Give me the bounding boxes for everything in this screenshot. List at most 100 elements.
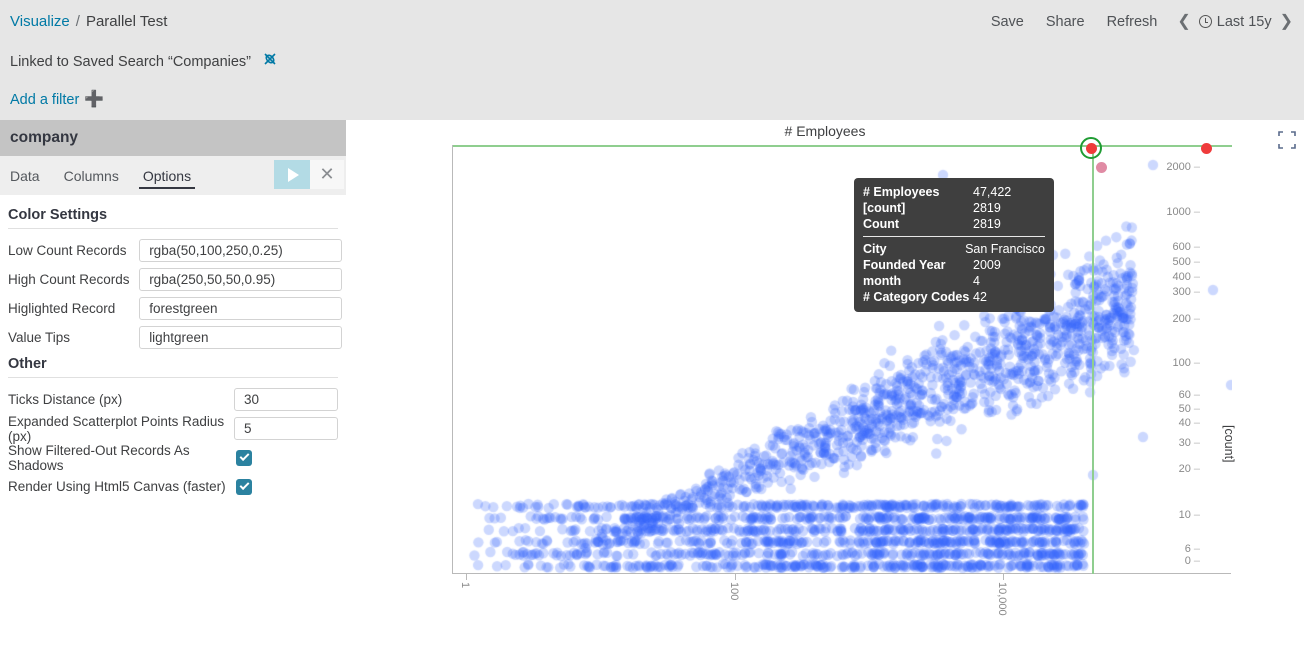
save-button[interactable]: Save bbox=[980, 14, 1035, 30]
y-axis-tick: 60– bbox=[1179, 389, 1200, 401]
field-show-filtered-shadows: Show Filtered-Out Records As Shadows bbox=[4, 445, 342, 470]
close-icon: ✕ bbox=[319, 164, 334, 185]
render-canvas-checkbox[interactable] bbox=[236, 479, 252, 495]
breadcrumb-current: Parallel Test bbox=[86, 13, 167, 30]
y-axis-tick: 300– bbox=[1173, 286, 1200, 298]
low-count-records-input[interactable]: rgba(50,100,250,0.25) bbox=[139, 239, 342, 262]
unlink-icon[interactable] bbox=[262, 51, 279, 72]
high-count-records-input[interactable]: rgba(250,50,50,0.95) bbox=[139, 268, 342, 291]
chevron-left-icon[interactable]: ❮ bbox=[1174, 14, 1193, 30]
chevron-right-icon[interactable]: ❯ bbox=[1277, 14, 1296, 30]
y-axis-tick: 0– bbox=[1185, 555, 1200, 567]
y-axis-tick: 400– bbox=[1173, 271, 1200, 283]
tooltip-value: 47,422 bbox=[973, 185, 1011, 199]
x-axis-tick: 1 bbox=[459, 582, 471, 588]
close-panel-button[interactable]: ✕ bbox=[310, 160, 344, 189]
top-nav: Save Share Refresh ❮ Last 15y ❯ bbox=[980, 14, 1304, 30]
linked-search-label: Linked to Saved Search “Companies” bbox=[10, 54, 251, 70]
tooltip-key: month bbox=[863, 274, 973, 288]
tab-columns[interactable]: Columns bbox=[52, 156, 131, 195]
x-axis-tick: 100 bbox=[728, 582, 740, 600]
panel-tab-actions: ✕ bbox=[274, 156, 346, 195]
apply-button[interactable] bbox=[274, 160, 310, 189]
value-tip-vline bbox=[1092, 145, 1094, 574]
value-tips-input[interactable]: lightgreen bbox=[139, 326, 342, 349]
x-axis-tickmark bbox=[466, 574, 467, 580]
unlink-icon-svg bbox=[262, 51, 279, 68]
field-label: Show Filtered-Out Records As Shadows bbox=[4, 443, 236, 473]
breadcrumb-root-link[interactable]: Visualize bbox=[10, 13, 70, 30]
tooltip-key: [count] bbox=[863, 201, 973, 215]
tooltip-divider bbox=[863, 236, 1045, 237]
y-axis-tick: 10– bbox=[1179, 509, 1200, 521]
color-settings-heading: Color Settings bbox=[4, 205, 342, 226]
tooltip-value: 4 bbox=[973, 274, 980, 288]
tooltip-value: 2009 bbox=[973, 258, 1001, 272]
field-label: Ticks Distance (px) bbox=[4, 392, 234, 407]
tooltip-value: 2819 bbox=[973, 201, 1001, 215]
y-axis-tick: 30– bbox=[1179, 437, 1200, 449]
field-label: Render Using Html5 Canvas (faster) bbox=[4, 479, 236, 494]
show-filtered-shadows-checkbox[interactable] bbox=[236, 450, 252, 466]
field-ticks-distance: Ticks Distance (px) 30 bbox=[4, 387, 342, 412]
field-points-radius: Expanded Scatterplot Points Radius (px) … bbox=[4, 416, 342, 441]
linked-search-bar: Linked to Saved Search “Companies” bbox=[0, 43, 1304, 80]
y-axis-tick: 100– bbox=[1173, 357, 1200, 369]
y-axis-tick: 1000– bbox=[1166, 206, 1200, 218]
tab-options[interactable]: Options bbox=[131, 156, 203, 195]
scatter-plot[interactable] bbox=[452, 145, 1231, 574]
refresh-button[interactable]: Refresh bbox=[1096, 14, 1169, 30]
points-radius-input[interactable]: 5 bbox=[234, 417, 338, 440]
chart-title: # Employees bbox=[346, 123, 1304, 139]
highlighted-record-input[interactable]: forestgreen bbox=[139, 297, 342, 320]
tab-data[interactable]: Data bbox=[0, 156, 52, 195]
expand-icon[interactable] bbox=[1278, 131, 1296, 149]
x-axis-tick: 10,000 bbox=[996, 582, 1008, 616]
data-point-secondary[interactable] bbox=[1096, 162, 1107, 173]
add-filter-label: Add a filter bbox=[10, 92, 79, 108]
value-tooltip: # Employees 47,422 [count] 2819 Count 28… bbox=[854, 178, 1054, 312]
tooltip-row: City San Francisco bbox=[854, 241, 1054, 257]
tooltip-value: 2819 bbox=[973, 217, 1001, 231]
scatter-plot-canvas[interactable] bbox=[453, 145, 1232, 574]
field-label: Higlighted Record bbox=[4, 301, 139, 316]
other-heading: Other bbox=[4, 354, 342, 375]
y-axis-label: [count] bbox=[1222, 425, 1236, 463]
tooltip-row: month 4 bbox=[854, 273, 1054, 289]
add-filter-button[interactable]: Add a filter ➕ bbox=[10, 92, 104, 108]
tooltip-key: Founded Year bbox=[863, 258, 973, 272]
tooltip-row: # Employees 47,422 bbox=[854, 184, 1054, 200]
tooltip-key: City bbox=[863, 242, 965, 256]
share-button[interactable]: Share bbox=[1035, 14, 1096, 30]
check-icon bbox=[239, 451, 249, 461]
plus-icon: ➕ bbox=[84, 92, 104, 108]
field-low-count-records: Low Count Records rgba(50,100,250,0.25) bbox=[4, 238, 342, 263]
tooltip-value: 42 bbox=[973, 290, 987, 304]
field-label: Low Count Records bbox=[4, 243, 139, 258]
field-highlighted-record: Higlighted Record forestgreen bbox=[4, 296, 342, 321]
field-label: Value Tips bbox=[4, 330, 139, 345]
y-axis-tick: 20– bbox=[1179, 463, 1200, 475]
play-icon bbox=[288, 168, 299, 182]
tooltip-row: Count 2819 bbox=[854, 216, 1054, 232]
tooltip-row: # Category Codes 42 bbox=[854, 289, 1054, 305]
chart-area: # Employees 2000–1000–600–500–400–300–20… bbox=[346, 120, 1304, 661]
ticks-distance-input[interactable]: 30 bbox=[234, 388, 338, 411]
field-render-canvas: Render Using Html5 Canvas (faster) bbox=[4, 474, 342, 499]
y-axis-tick: 600– bbox=[1173, 241, 1200, 253]
value-tip-hline bbox=[453, 145, 1232, 147]
high-count-data-point[interactable] bbox=[1201, 143, 1212, 154]
panel-tabs: Data Columns Options ✕ bbox=[0, 156, 346, 195]
time-range-label[interactable]: Last 15y bbox=[1217, 14, 1272, 30]
x-axis-tickmark bbox=[735, 574, 736, 580]
tooltip-key: Count bbox=[863, 217, 973, 231]
field-high-count-records: High Count Records rgba(250,50,50,0.95) bbox=[4, 267, 342, 292]
tooltip-key: # Category Codes bbox=[863, 290, 973, 304]
y-axis-tick: 200– bbox=[1173, 313, 1200, 325]
field-value-tips: Value Tips lightgreen bbox=[4, 325, 342, 350]
time-range-picker[interactable]: ❮ Last 15y ❯ bbox=[1168, 14, 1296, 30]
options-panel: company Data Columns Options ✕ Color Set… bbox=[0, 120, 346, 661]
divider bbox=[8, 377, 338, 378]
breadcrumb-separator: / bbox=[76, 13, 80, 30]
tooltip-row: [count] 2819 bbox=[854, 200, 1054, 216]
